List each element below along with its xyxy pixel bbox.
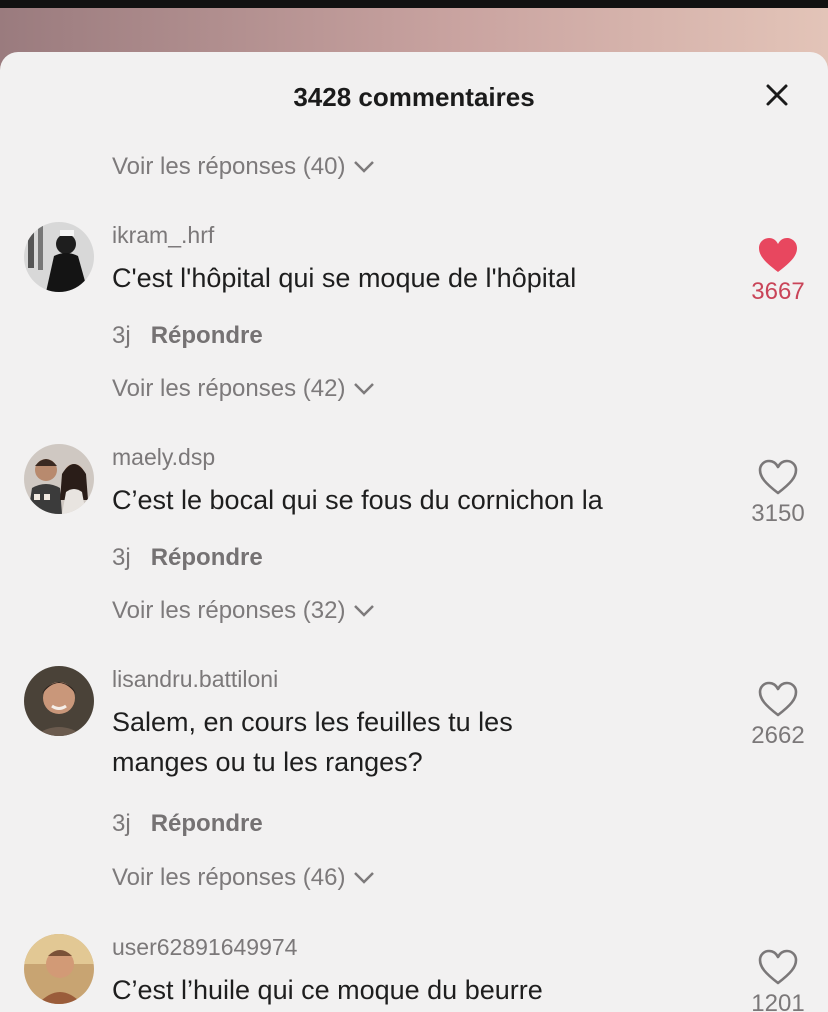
avatar-image: [24, 444, 94, 514]
avatar[interactable]: [24, 222, 94, 292]
avatar[interactable]: [24, 666, 94, 736]
heart-outline-icon: [758, 949, 798, 985]
like-button[interactable]: 3667: [738, 236, 818, 306]
comment-meta: 3j Répondre: [112, 544, 263, 572]
avatar-image: [24, 666, 94, 736]
view-replies-label: Voir les réponses (40): [112, 153, 346, 180]
reply-button[interactable]: Répondre: [151, 322, 263, 350]
avatar-image: [24, 222, 94, 292]
avatar[interactable]: [24, 444, 94, 514]
comments-count-title: 3428 commentaires: [293, 82, 535, 112]
comments-sheet: 3428 commentaires Voir les réponses (40)…: [0, 52, 828, 1012]
heart-filled-icon: [759, 238, 797, 272]
like-button[interactable]: 3150: [738, 458, 818, 528]
comment-text: C’est l’huile qui ce moque du beurre: [112, 975, 543, 1005]
status-strip: [0, 0, 828, 8]
reply-button[interactable]: Répondre: [151, 544, 263, 572]
comment-text: C’est le bocal qui se fous du cornichon …: [112, 485, 603, 515]
heart-outline-icon: [758, 459, 798, 495]
chevron-down-icon: [354, 383, 375, 395]
view-replies-label: Voir les réponses (46): [112, 864, 346, 891]
view-replies-label: Voir les réponses (42): [112, 375, 346, 402]
comment-username[interactable]: ikram_.hrf: [112, 222, 214, 249]
like-button[interactable]: 2662: [738, 680, 818, 750]
comment-age: 3j: [112, 544, 131, 571]
comment-meta: 3j Répondre: [112, 810, 263, 838]
comment-username[interactable]: maely.dsp: [112, 444, 215, 471]
view-replies-button[interactable]: Voir les réponses (46): [112, 864, 375, 892]
avatar[interactable]: [24, 934, 94, 1004]
like-count: 1201: [751, 990, 805, 1012]
chevron-down-icon: [354, 161, 375, 173]
close-icon: [766, 84, 788, 106]
like-count: 3667: [751, 278, 805, 305]
comment-age: 3j: [112, 322, 131, 349]
view-replies-button[interactable]: Voir les réponses (32): [112, 597, 375, 625]
like-button[interactable]: 1201: [738, 948, 818, 1012]
close-button[interactable]: [762, 80, 792, 110]
like-count: 3150: [751, 500, 805, 527]
chevron-down-icon: [354, 872, 375, 884]
comment-text: C'est l'hôpital qui se moque de l'hôpita…: [112, 263, 577, 293]
like-count: 2662: [751, 722, 805, 749]
comment-age: 3j: [112, 810, 131, 837]
avatar-image: [24, 934, 94, 1004]
comment-username[interactable]: user62891649974: [112, 934, 297, 961]
chevron-down-icon: [354, 605, 375, 617]
reply-button[interactable]: Répondre: [151, 810, 263, 838]
comment-username[interactable]: lisandru.battiloni: [112, 666, 278, 693]
view-replies-label: Voir les réponses (32): [112, 597, 346, 624]
view-replies-button[interactable]: Voir les réponses (40): [112, 153, 375, 181]
comment-text: Salem, en cours les feuilles tu les mang…: [112, 707, 513, 777]
comment-meta: 3j Répondre: [112, 322, 263, 350]
heart-outline-icon: [758, 681, 798, 717]
view-replies-button[interactable]: Voir les réponses (42): [112, 375, 375, 403]
